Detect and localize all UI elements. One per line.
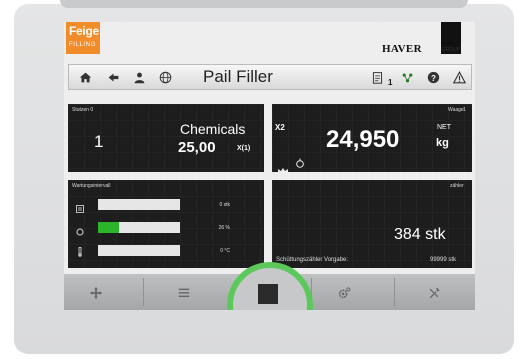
x2-indicator: X2 xyxy=(275,123,285,132)
counter-panel[interactable]: zähler 384 stk Schüttungszähler Vorgabe:… xyxy=(272,180,472,268)
maintenance-value-3: 0 °C xyxy=(220,248,230,254)
weight-unit: kg xyxy=(436,137,449,149)
stutzen-panel[interactable]: Stutzen 0 1 Chemicals 25,00 X(1) xyxy=(68,104,264,172)
device-top-edge xyxy=(60,0,468,8)
weight-mode: NET xyxy=(437,124,451,131)
weight-value: 24,950 xyxy=(326,126,400,153)
clipboard-icon[interactable] xyxy=(367,67,387,87)
stutzen-label: Stutzen 0 xyxy=(72,107,94,113)
globe-icon[interactable] xyxy=(155,67,175,87)
list-icon[interactable] xyxy=(154,281,214,305)
clipboard-count: 1 xyxy=(388,78,393,87)
thermometer-icon xyxy=(77,244,83,257)
logo-subtext: FILLING xyxy=(69,42,96,48)
user-icon[interactable] xyxy=(129,67,149,87)
nav-separator xyxy=(394,278,395,306)
page-title: Pail Filler xyxy=(203,67,273,86)
scale-label: Waage xyxy=(448,107,464,113)
nav-separator xyxy=(143,278,144,306)
logo-text: Feige xyxy=(69,24,99,38)
back-arrow-icon[interactable] xyxy=(103,67,123,87)
tools-icon[interactable] xyxy=(404,281,464,305)
counter-label: zähler xyxy=(450,183,464,189)
haver-logo: HAVER xyxy=(382,43,422,55)
settings-icon[interactable] xyxy=(314,281,374,305)
maintenance-label: Wartungsintervall xyxy=(72,183,111,189)
stutzen-index: 1 xyxy=(94,132,104,151)
warning-icon[interactable] xyxy=(449,67,469,87)
maintenance-panel[interactable]: Wartungsintervall 0 stk 26 % 0 °C xyxy=(68,180,264,268)
counter-value: 384 stk xyxy=(394,226,446,243)
top-toolbar: Pail Filler 1 ? xyxy=(68,64,472,90)
counter-icon xyxy=(76,200,84,213)
product-name: Chemicals xyxy=(180,121,246,137)
counter-preset-label: Schüttungszähler Vorgabe: xyxy=(276,257,349,263)
fill-target-unit: X(1) xyxy=(237,145,251,152)
maintenance-bar-3 xyxy=(98,245,180,256)
help-icon[interactable]: ? xyxy=(423,67,443,87)
haver-logo-suffix: GROUP xyxy=(442,47,461,53)
move-icon[interactable] xyxy=(66,281,126,305)
svg-text:?: ? xyxy=(431,73,436,82)
counter-preset-value: 99999 stk xyxy=(430,257,457,263)
maintenance-bar-2-fill xyxy=(98,222,120,233)
fill-target-value: 25,00 xyxy=(178,139,216,156)
panel-grid xyxy=(272,180,472,268)
cycle-icon xyxy=(76,223,84,236)
stop-button[interactable] xyxy=(258,284,278,304)
maintenance-bar-1 xyxy=(98,199,180,210)
scale-number: 1 xyxy=(463,107,466,113)
hmi-screen: Feige FILLING HAVER GROUP Pail Filler 1 … xyxy=(64,22,475,310)
scale-icon xyxy=(278,160,288,173)
scale-panel[interactable]: Waage 1 X2 24,950 NET kg xyxy=(272,104,472,173)
maintenance-value-2: 26 % xyxy=(218,225,230,231)
maintenance-value-1: 0 stk xyxy=(219,202,230,208)
stable-icon xyxy=(295,155,305,168)
home-icon[interactable] xyxy=(75,67,95,87)
maintenance-bar-2 xyxy=(98,222,180,233)
feige-logo: Feige FILLING xyxy=(66,22,100,54)
network-icon[interactable] xyxy=(397,67,417,87)
